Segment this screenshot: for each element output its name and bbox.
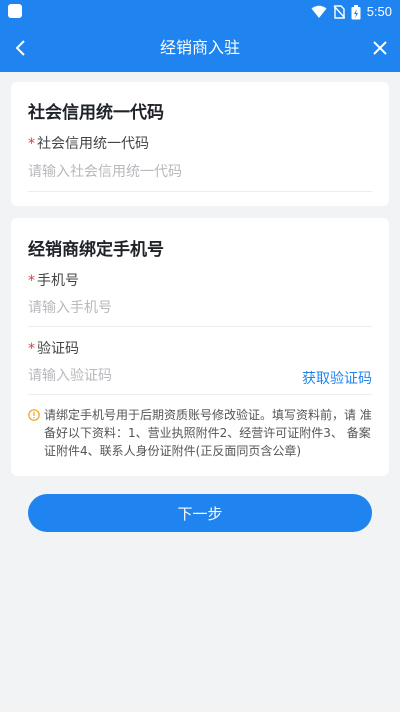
battery-icon <box>351 4 361 19</box>
phone-label: * 手机号 <box>28 270 79 290</box>
back-button[interactable] <box>6 34 34 62</box>
close-button[interactable] <box>366 34 394 62</box>
app-notification-icon <box>8 4 22 18</box>
credit-code-input[interactable] <box>28 158 372 186</box>
title-bar: 经销商入驻 <box>0 24 400 72</box>
credit-code-label: * 社会信用统一代码 <box>28 133 149 153</box>
info-icon <box>28 409 40 421</box>
required-mark: * <box>28 136 35 152</box>
close-icon <box>373 41 387 55</box>
chevron-left-icon <box>15 40 25 56</box>
status-time: 5:50 <box>366 4 392 19</box>
status-bar: 5:50 <box>0 0 400 24</box>
phone-input[interactable] <box>28 294 372 322</box>
status-indicators: 5:50 <box>311 3 392 21</box>
required-mark: * <box>28 273 35 289</box>
wifi-icon <box>311 5 327 18</box>
credit-section-title: 社会信用统一代码 <box>28 103 164 123</box>
verification-code-input[interactable] <box>28 362 278 390</box>
page-title: 经销商入驻 <box>159 38 240 57</box>
credit-code-label-text: 社会信用统一代码 <box>37 136 149 152</box>
required-mark: * <box>28 341 35 357</box>
divider <box>28 326 372 327</box>
next-step-button[interactable]: 下一步 <box>28 494 372 532</box>
divider <box>28 394 372 395</box>
no-sim-icon <box>333 5 345 19</box>
phone-label-text: 手机号 <box>37 273 79 289</box>
code-label: * 验证码 <box>28 338 79 358</box>
notice-text: 请绑定手机号用于后期资质账号修改验证。填写资料前，请 准备好以下资料：1、营业执… <box>44 408 372 458</box>
phone-section-title: 经销商绑定手机号 <box>28 240 164 260</box>
notice: 请绑定手机号用于后期资质账号修改验证。填写资料前，请 准备好以下资料：1、营业执… <box>28 406 372 460</box>
code-label-text: 验证码 <box>37 341 79 357</box>
get-code-button[interactable]: 获取验证码 <box>302 368 372 388</box>
credit-code-card: 社会信用统一代码 * 社会信用统一代码 <box>11 82 389 206</box>
divider <box>28 191 372 192</box>
phone-binding-card: 经销商绑定手机号 *手机号 *验证码 获取验证码 请绑定手机号用于后期资质账号修… <box>11 218 389 476</box>
